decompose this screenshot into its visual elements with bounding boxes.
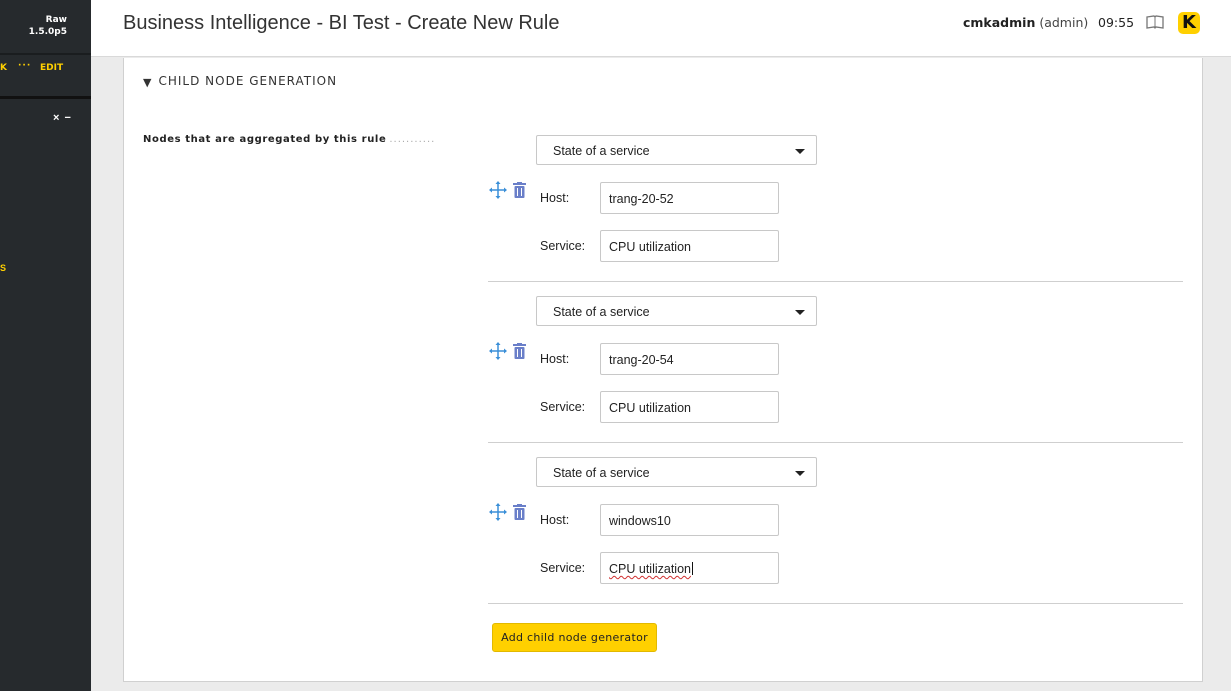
move-icon[interactable] — [489, 181, 507, 199]
edit-sidebar-link[interactable]: EDIT — [40, 63, 63, 73]
service-input-focused[interactable]: CPU utilization — [600, 552, 779, 584]
sidebar: Raw 1.5.0p5 K ··· EDIT × − S — [0, 0, 91, 691]
checkmk-logo-icon[interactable]: K — [1178, 12, 1200, 34]
service-label: Service: — [540, 561, 586, 575]
text-caret — [691, 562, 693, 575]
sidebar-edit-bar: K ··· EDIT — [0, 61, 91, 76]
delete-icon[interactable] — [513, 343, 526, 359]
child-node-entry: State of a service Host: trang-20-52 Ser… — [488, 121, 1183, 282]
user-info: cmkadmin (admin) — [963, 15, 1088, 30]
node-divider — [488, 603, 1183, 604]
host-input[interactable]: trang-20-54 — [600, 343, 779, 375]
node-type-select[interactable]: State of a service — [536, 457, 817, 487]
rule-form-panel: ▼ CHILD NODE GENERATION Nodes that are ag… — [123, 58, 1203, 682]
host-input[interactable]: trang-20-52 — [600, 182, 779, 214]
username: cmkadmin — [963, 15, 1036, 30]
dropdown-arrow-icon — [795, 310, 805, 315]
sidebar-divider — [0, 53, 91, 55]
host-label: Host: — [540, 191, 570, 205]
delete-icon[interactable] — [513, 504, 526, 520]
field-label-aggregated-nodes: Nodes that are aggregated by this rule..… — [143, 134, 436, 145]
service-input[interactable]: CPU utilization — [600, 230, 779, 262]
top-header: Business Intelligence - BI Test - Create… — [91, 0, 1231, 57]
clock: 09:55 — [1098, 15, 1135, 30]
host-label: Host: — [540, 352, 570, 366]
close-snapin-icon[interactable]: × — [53, 112, 59, 124]
section-title: CHILD NODE GENERATION — [158, 74, 338, 88]
section-header-child-node-generation[interactable]: ▼ CHILD NODE GENERATION — [143, 74, 338, 89]
minimize-snapin-icon[interactable]: − — [64, 112, 70, 124]
service-label: Service: — [540, 400, 586, 414]
book-icon[interactable] — [1146, 14, 1164, 35]
sidebar-cut-item[interactable]: S — [0, 263, 6, 273]
service-input[interactable]: CPU utilization — [600, 391, 779, 423]
edition-info: Raw 1.5.0p5 — [29, 14, 67, 38]
move-icon[interactable] — [489, 503, 507, 521]
node-type-select[interactable]: State of a service — [536, 296, 817, 326]
snapin-controls: × − — [53, 112, 76, 124]
sidebar-cut-label[interactable]: K — [0, 63, 7, 73]
add-child-node-generator-button[interactable]: Add child node generator — [492, 623, 657, 652]
dropdown-arrow-icon — [795, 149, 805, 154]
dropdown-arrow-icon — [795, 471, 805, 476]
collapse-triangle-icon[interactable]: ▼ — [143, 76, 152, 89]
move-icon[interactable] — [489, 342, 507, 360]
user-role: (admin) — [1039, 15, 1089, 30]
child-node-entry: State of a service Host: trang-20-54 Ser… — [488, 282, 1183, 443]
more-dots-icon[interactable]: ··· — [18, 61, 31, 71]
delete-icon[interactable] — [513, 182, 526, 198]
child-node-entry: State of a service Host: windows10 Servi… — [488, 443, 1183, 604]
host-input[interactable]: windows10 — [600, 504, 779, 536]
page-title: Business Intelligence - BI Test - Create… — [123, 12, 560, 34]
version-number: 1.5.0p5 — [28, 27, 67, 37]
edition-name: Raw — [45, 15, 67, 25]
node-type-select[interactable]: State of a service — [536, 135, 817, 165]
sidebar-divider-dark — [0, 96, 91, 99]
host-label: Host: — [540, 513, 570, 527]
service-label: Service: — [540, 239, 586, 253]
